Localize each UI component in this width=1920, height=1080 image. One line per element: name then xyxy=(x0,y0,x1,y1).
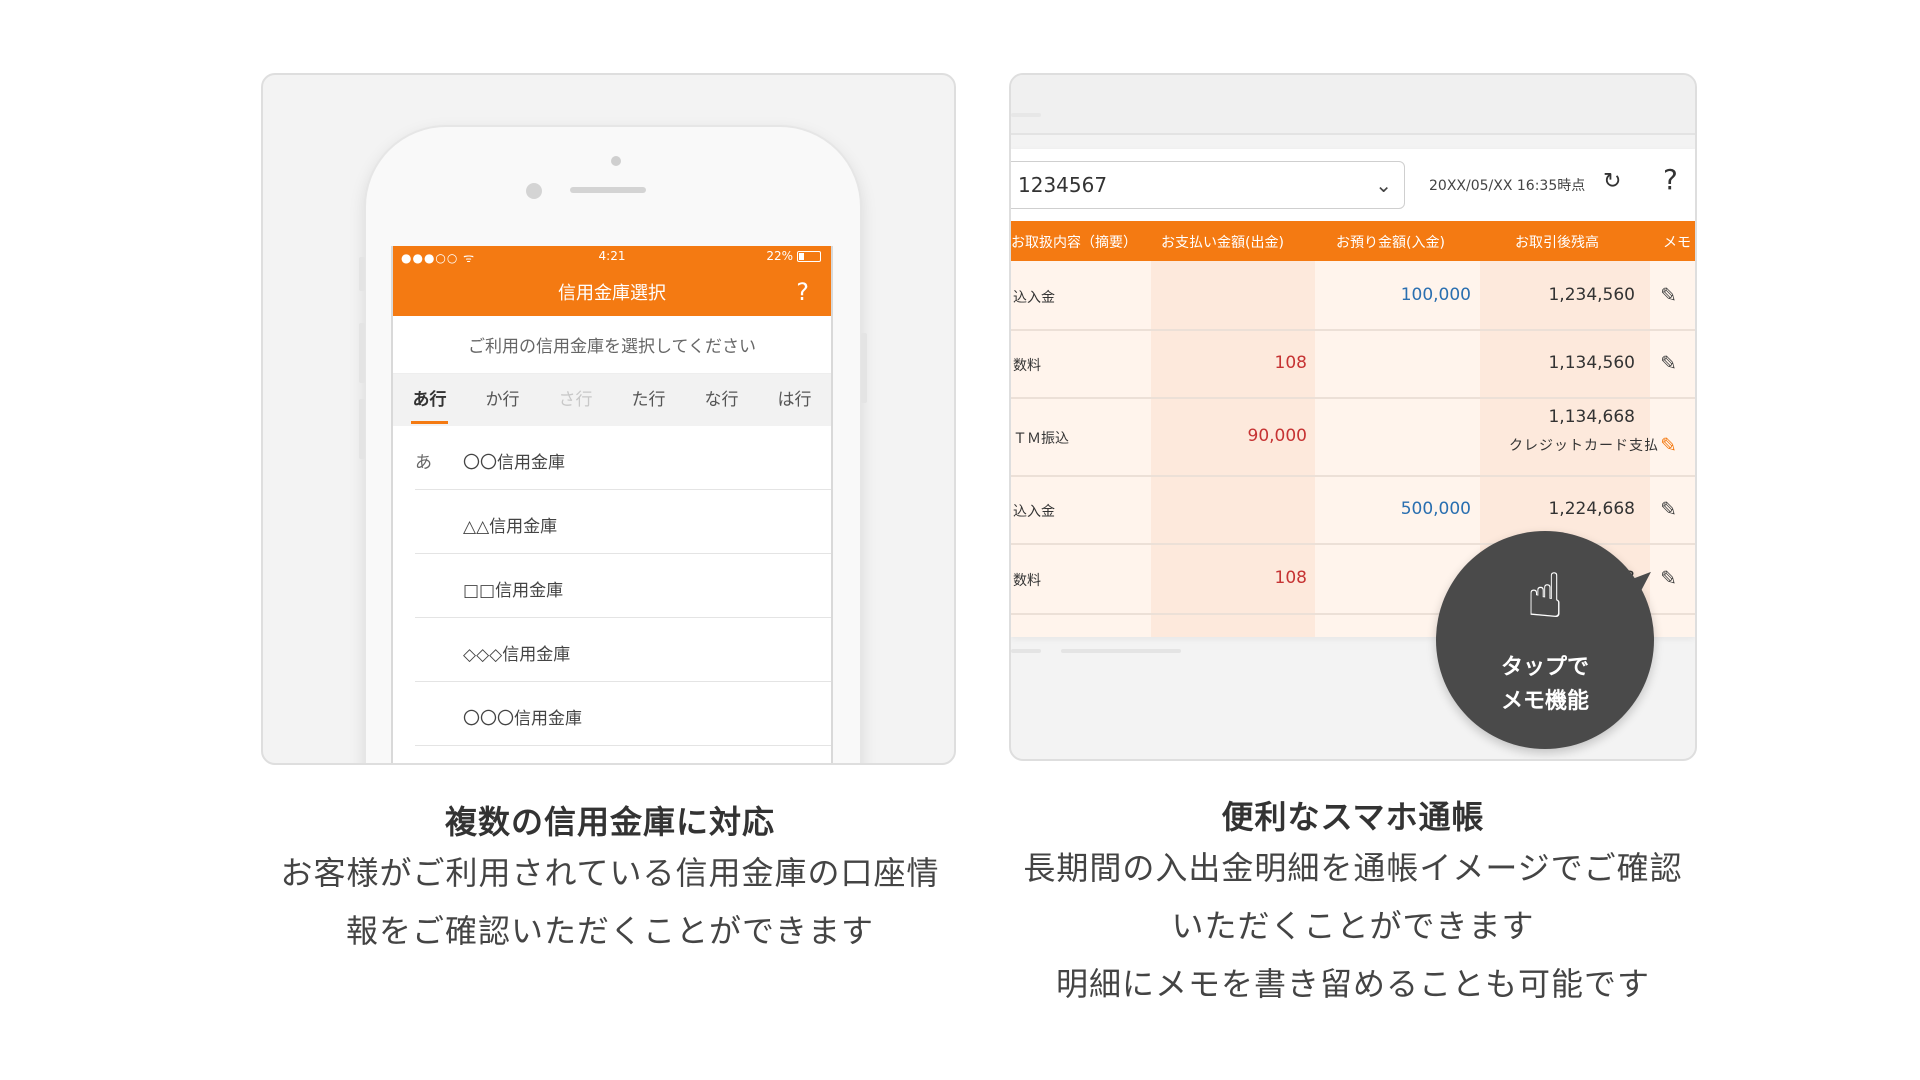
caption-line: 報をご確認いただくことができます xyxy=(345,912,874,950)
bank-name: 〇〇信用金庫 xyxy=(463,453,565,473)
bank-name: △△信用金庫 xyxy=(463,517,558,537)
bank-list-item[interactable]: ◇◇◇信用金庫 xyxy=(393,618,831,682)
caption-line: お客様がご利用されている信用金庫の口座情 xyxy=(280,854,940,892)
chevron-down-icon: ⌄ xyxy=(1375,173,1392,197)
edit-memo-icon[interactable]: ✎ xyxy=(1660,433,1677,457)
feature-caption-passbook: 便利なスマホ通帳 長期間の入出金明細を通帳イメージでご確認 いただくことができま… xyxy=(990,795,1716,1013)
deposit-amount: 500,000 xyxy=(1400,499,1471,519)
power-button xyxy=(861,333,867,403)
kana-tab[interactable]: た行 xyxy=(612,374,685,426)
passbook-row: 込入金 500,000 1,224,668 ✎ xyxy=(1011,475,1695,545)
front-camera xyxy=(611,156,621,166)
caption-line: 長期間の入出金明細を通帳イメージでご確認 xyxy=(1023,849,1683,887)
transaction-description: 込入金 xyxy=(1013,290,1055,306)
kana-tab[interactable]: あ行 xyxy=(393,374,466,426)
earpiece-speaker xyxy=(570,187,646,193)
bank-list-item[interactable]: △△信用金庫 xyxy=(393,490,831,554)
passbook-row: 込入金 100,000 1,234,560 ✎ xyxy=(1011,261,1695,331)
balance-amount: 1,134,560 xyxy=(1548,353,1635,373)
withdrawal-amount: 90,000 xyxy=(1247,426,1307,446)
account-select[interactable]: 1234567 ⌄ xyxy=(1011,161,1405,209)
feature-caption-multi-bank: 複数の信用金庫に対応 お客様がご利用されている信用金庫の口座情 報をご確認いただ… xyxy=(240,800,980,960)
battery-indicator: 22% xyxy=(766,249,821,263)
bottom-tab-stub xyxy=(1011,649,1041,653)
passbook-row: 数料 108 1,134,560 ✎ xyxy=(1011,329,1695,399)
balance-amount: 1,134,668 xyxy=(1548,407,1635,427)
transaction-description: ＴＭ振込 xyxy=(1013,431,1069,447)
volume-down-button xyxy=(359,399,365,459)
caption-title: 便利なスマホ通帳 xyxy=(1221,798,1485,836)
passbook-header: お取扱内容（摘要） お支払い金額(出金) お預り金額(入金) お取引後残高 メモ xyxy=(1011,221,1695,261)
kana-tab[interactable]: か行 xyxy=(466,374,539,426)
transaction-description: 数料 xyxy=(1013,573,1041,589)
bank-list-item[interactable]: □□信用金庫 xyxy=(393,554,831,618)
balance-timestamp: 20XX/05/XX 16:35時点 xyxy=(1429,178,1586,194)
header-memo: メモ xyxy=(1663,235,1691,251)
transaction-description: 数料 xyxy=(1013,358,1041,374)
caption-title: 複数の信用金庫に対応 xyxy=(444,803,775,841)
withdrawal-amount: 108 xyxy=(1274,568,1307,588)
caption-line: 明細にメモを書き留めることも可能です xyxy=(1055,965,1650,1003)
kana-tab[interactable]: は行 xyxy=(758,374,831,426)
edit-memo-icon[interactable]: ✎ xyxy=(1660,566,1677,590)
screen-title: 信用金庫選択 xyxy=(558,283,666,304)
tab-indicator xyxy=(1011,113,1041,117)
passbook-row: ＴＭ振込 90,000 1,134,668 クレジットカード支払 ✎ xyxy=(1011,397,1695,477)
bank-list-item[interactable]: あ 〇〇信用金庫 xyxy=(393,426,831,490)
bank-list-item[interactable]: 〇〇〇信用金庫 xyxy=(393,682,831,746)
kana-index-tabs: あ行 か行 さ行 た行 な行 は行 xyxy=(393,374,831,426)
bank-select-preview-card: ●●●○○ ᯤ 4:21 22% 信用金庫選択 ? ご利用の信用金庫を選択してく… xyxy=(261,73,956,765)
instruction-text: ご利用の信用金庫を選択してください xyxy=(393,316,831,374)
tap-memo-callout: ☝ タップで メモ機能 xyxy=(1436,531,1654,749)
battery-percent: 22% xyxy=(766,249,793,263)
header-description: お取扱内容（摘要） xyxy=(1011,235,1137,251)
withdrawal-amount: 108 xyxy=(1274,353,1307,373)
phone-screen: ●●●○○ ᯤ 4:21 22% 信用金庫選択 ? ご利用の信用金庫を選択してく… xyxy=(391,246,833,763)
bank-name: 〇〇〇信用金庫 xyxy=(463,709,582,729)
bank-list: あ 〇〇信用金庫 △△信用金庫 □□信用金庫 ◇◇◇信用金庫 〇〇〇信用金庫 xyxy=(393,426,831,746)
bottom-tab-stub xyxy=(1061,649,1181,653)
edit-memo-icon[interactable]: ✎ xyxy=(1660,351,1677,375)
kana-tab[interactable]: な行 xyxy=(685,374,758,426)
deposit-amount: 100,000 xyxy=(1400,285,1471,305)
header-deposit: お預り金額(入金) xyxy=(1336,235,1445,251)
callout-line-2: メモ機能 xyxy=(1500,689,1589,714)
transaction-description: 込入金 xyxy=(1013,504,1055,520)
kana-tab: さ行 xyxy=(558,390,593,410)
help-button[interactable]: ? xyxy=(796,278,809,306)
top-bar xyxy=(1011,75,1695,135)
caption-line: いただくことができます xyxy=(1171,907,1535,945)
bank-name: ◇◇◇信用金庫 xyxy=(463,645,571,665)
bank-name: □□信用金庫 xyxy=(463,581,564,601)
header-balance: お取引後残高 xyxy=(1515,235,1599,251)
battery-icon xyxy=(797,250,821,262)
edit-memo-icon[interactable]: ✎ xyxy=(1660,497,1677,521)
section-index-label: あ xyxy=(415,453,432,473)
balance-amount: 1,234,560 xyxy=(1548,285,1635,305)
status-bar: ●●●○○ ᯤ 4:21 22% xyxy=(393,246,831,268)
memo-text: クレジットカード支払 xyxy=(1509,438,1659,454)
nav-bar: 信用金庫選択 ? xyxy=(393,268,831,316)
mute-switch xyxy=(359,257,365,291)
tap-hand-icon: ☝ xyxy=(1526,559,1564,632)
volume-up-button xyxy=(359,323,365,383)
help-button[interactable]: ? xyxy=(1663,163,1678,196)
status-time: 4:21 xyxy=(598,249,626,263)
phone-mockup: ●●●○○ ᯤ 4:21 22% 信用金庫選択 ? ご利用の信用金庫を選択してく… xyxy=(359,125,867,763)
callout-line-1: タップで xyxy=(1500,655,1589,680)
balance-amount: 1,224,668 xyxy=(1548,499,1635,519)
refresh-icon[interactable]: ↻ xyxy=(1603,169,1621,194)
sensor xyxy=(526,183,542,199)
edit-memo-icon[interactable]: ✎ xyxy=(1660,283,1677,307)
account-number: 1234567 xyxy=(1018,173,1108,197)
header-withdrawal: お支払い金額(出金) xyxy=(1161,235,1284,251)
passbook-preview-card: 1234567 ⌄ 20XX/05/XX 16:35時点 ↻ ? お取扱内容（摘… xyxy=(1009,73,1697,761)
